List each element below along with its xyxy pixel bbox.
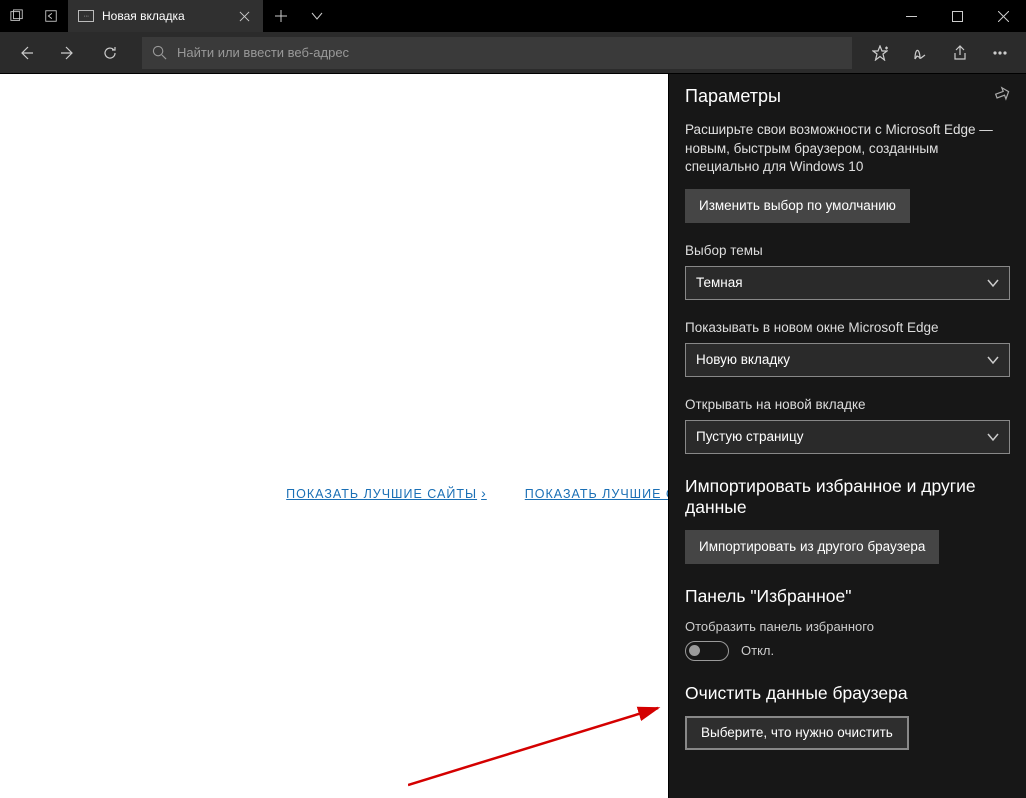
show-top-sites-link[interactable]: ПОКАЗАТЬ ЛУЧШИЕ САЙТЫ <box>286 485 487 501</box>
favorites-section-title: Панель "Избранное" <box>685 586 1010 607</box>
titlebar-left-controls <box>0 0 68 32</box>
chevron-down-icon <box>987 431 999 443</box>
open-with-label: Показывать в новом окне Microsoft Edge <box>685 320 1010 335</box>
change-default-button[interactable]: Изменить выбор по умолчанию <box>685 189 910 223</box>
favorites-button[interactable] <box>860 33 900 73</box>
settings-panel-title: Параметры <box>685 86 781 107</box>
newtab-value: Пустую страницу <box>696 429 803 444</box>
open-with-select[interactable]: Новую вкладку <box>685 343 1010 377</box>
content-area: ПОКАЗАТЬ ЛУЧШИЕ САЙТЫ ПОКАЗАТЬ ЛУЧШИЕ СА… <box>0 74 1026 798</box>
address-placeholder: Найти или ввести веб-адрес <box>177 45 349 60</box>
clear-data-button[interactable]: Выберите, что нужно очистить <box>685 716 909 750</box>
search-icon <box>152 45 167 60</box>
newtab-label: Открывать на новой вкладке <box>685 397 1010 412</box>
window-maximize-button[interactable] <box>934 0 980 32</box>
theme-label: Выбор темы <box>685 243 1010 258</box>
reading-list-button[interactable] <box>900 33 940 73</box>
chevron-down-icon <box>987 277 999 289</box>
promo-text: Расширьте свои возможности с Microsoft E… <box>685 121 1010 177</box>
new-tab-button[interactable] <box>263 0 299 32</box>
settings-panel: Параметры Расширьте свои возможности с M… <box>668 74 1026 798</box>
more-button[interactable] <box>980 33 1020 73</box>
refresh-button[interactable] <box>90 33 130 73</box>
clear-section-title: Очистить данные браузера <box>685 683 1010 704</box>
window-close-button[interactable] <box>980 0 1026 32</box>
favorites-toggle[interactable] <box>685 641 729 661</box>
tab-title: Новая вкладка <box>102 9 185 23</box>
tabs-dropdown-button[interactable] <box>299 0 335 32</box>
chevron-down-icon <box>987 354 999 366</box>
set-aside-tabs-icon[interactable] <box>34 0 68 32</box>
title-bar: ··· Новая вкладка <box>0 0 1026 32</box>
tab-actions <box>263 0 335 32</box>
tab-strip: ··· Новая вкладка <box>68 0 888 32</box>
favorites-toggle-row: Откл. <box>685 641 1010 661</box>
import-button[interactable]: Импортировать из другого браузера <box>685 530 939 564</box>
window-minimize-button[interactable] <box>888 0 934 32</box>
pin-panel-button[interactable] <box>994 86 1010 107</box>
share-button[interactable] <box>940 33 980 73</box>
tab-close-button[interactable] <box>235 7 253 25</box>
window-controls <box>888 0 1026 32</box>
newtab-select[interactable]: Пустую страницу <box>685 420 1010 454</box>
tab-favicon-icon: ··· <box>78 10 94 22</box>
toolbar: Найти или ввести веб-адрес <box>0 32 1026 74</box>
address-bar[interactable]: Найти или ввести веб-адрес <box>142 37 852 69</box>
theme-select-value: Темная <box>696 275 743 290</box>
browser-tab[interactable]: ··· Новая вкладка <box>68 0 263 32</box>
settings-panel-body: Расширьте свои возможности с Microsoft E… <box>669 121 1026 770</box>
import-section-title: Импортировать избранное и другие данные <box>685 476 1010 518</box>
favorites-sublabel: Отобразить панель избранного <box>685 619 1010 634</box>
toolbar-right <box>860 33 1020 73</box>
settings-panel-header: Параметры <box>669 74 1026 121</box>
theme-select[interactable]: Темная <box>685 266 1010 300</box>
forward-button[interactable] <box>48 33 88 73</box>
tab-preview-icon[interactable] <box>0 0 34 32</box>
open-with-value: Новую вкладку <box>696 352 790 367</box>
back-button[interactable] <box>6 33 46 73</box>
favorites-toggle-state: Откл. <box>741 643 774 658</box>
